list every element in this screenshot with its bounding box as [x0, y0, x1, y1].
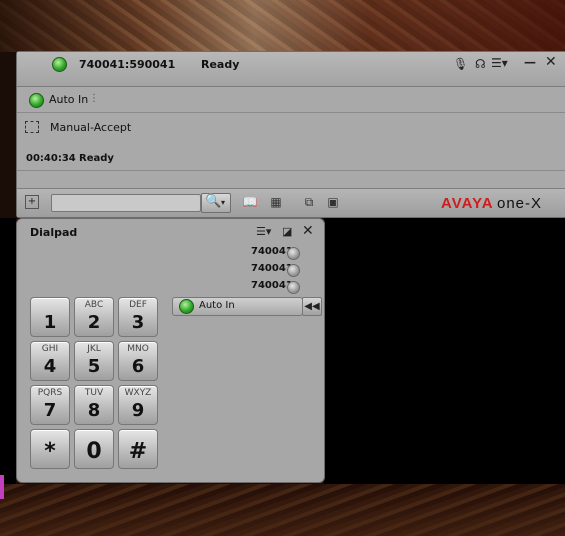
menu-icon[interactable]: ☰▾ [491, 56, 508, 70]
key-digit: 0 [86, 439, 102, 464]
line-mode-status-icon [179, 299, 194, 314]
key-3[interactable]: DEF 3 [118, 297, 158, 337]
call-timer-status: Ready [79, 153, 114, 164]
close-icon[interactable]: ✕ [545, 55, 557, 69]
key-digit: 6 [131, 356, 145, 377]
mute-microphone-icon[interactable]: 🎙 [453, 57, 468, 71]
avaya-logo: AVAYA [441, 195, 494, 212]
dialpad-grid-icon[interactable]: ▦ [267, 195, 285, 209]
windows-icon[interactable]: ⧉ [300, 195, 318, 209]
menu-icon[interactable]: ☰▾ [256, 225, 271, 239]
key-digit: # [128, 439, 148, 464]
add-contact-icon[interactable]: + [25, 195, 39, 209]
key-5[interactable]: JKL 5 [74, 341, 114, 381]
calendar-icon[interactable]: ▣ [324, 195, 342, 209]
key-0[interactable]: 0 [74, 429, 114, 469]
key-digit: * [44, 439, 56, 464]
key-letters: WXYZ [124, 388, 152, 398]
call-info-area: Manual-Accept 00:40:34 Ready [17, 113, 565, 187]
line-status-icon[interactable] [287, 264, 300, 277]
divider [17, 170, 565, 171]
key-digit: 7 [43, 400, 57, 421]
contacts-book-icon[interactable]: 📖 [241, 195, 259, 209]
key-4[interactable]: GHI 4 [30, 341, 70, 381]
dialpad-window: Dialpad ☰▾ ◪ ✕ 740041 740041 740041 Auto… [16, 218, 325, 483]
key-9[interactable]: WXYZ 9 [118, 385, 158, 425]
key-digit: 9 [131, 400, 145, 421]
agent-status-icon[interactable] [29, 93, 44, 108]
search-input[interactable] [51, 194, 201, 212]
title-bar: 740041:590041 Ready 🎙 ☊ ☰▾ — ✕ [17, 52, 565, 87]
desktop-background-bottom [0, 484, 565, 536]
key-digit: 5 [87, 356, 101, 377]
key-8[interactable]: TUV 8 [74, 385, 114, 425]
main-window: 740041:590041 Ready 🎙 ☊ ☰▾ — ✕ Auto In ⋮… [16, 51, 565, 218]
extension-label: 740041:590041 [79, 58, 176, 71]
desktop-background-top [0, 0, 565, 52]
search-button[interactable]: 🔍 ▾ [201, 193, 231, 213]
line-status-icon[interactable] [287, 247, 300, 260]
key-letters: JKL [87, 344, 101, 354]
undock-icon[interactable]: ◪ [282, 225, 292, 239]
key-digit: 8 [87, 400, 101, 421]
key-star[interactable]: * [30, 429, 70, 469]
dialpad-title: Dialpad [30, 226, 78, 239]
headset-icon[interactable]: ☊ [475, 57, 486, 71]
onex-logo: one-X [497, 195, 543, 212]
accept-mode-icon[interactable] [25, 121, 39, 133]
add-call-icon[interactable] [52, 57, 67, 72]
key-letters: GHI [41, 344, 59, 354]
desktop-edge-highlight [0, 475, 4, 499]
key-digit: 2 [87, 312, 101, 333]
status-label: Ready [201, 58, 240, 71]
key-2[interactable]: ABC 2 [74, 297, 114, 337]
rewind-button[interactable]: ◀◀ [302, 297, 322, 316]
key-letters: ABC [84, 300, 104, 310]
desktop-background-right [324, 218, 565, 493]
key-digit: 4 [43, 356, 57, 377]
call-timer: 00:40:34 [26, 153, 76, 164]
chevron-down-icon: ▾ [221, 198, 226, 207]
key-digit: 3 [131, 312, 145, 333]
agent-mode-label[interactable]: Auto In [49, 93, 88, 106]
close-icon[interactable]: ✕ [302, 224, 314, 238]
line-mode-label: Auto In [199, 300, 235, 311]
key-7[interactable]: PQRS 7 [30, 385, 70, 425]
key-letters: DEF [129, 300, 147, 310]
minimize-icon[interactable]: — [524, 55, 536, 69]
desktop-background-left [0, 218, 16, 484]
key-letters: TUV [84, 388, 104, 398]
separator-icon: ⋮ [89, 93, 99, 104]
key-letters: MNO [127, 344, 149, 354]
key-hash[interactable]: # [118, 429, 158, 469]
accept-mode-label: Manual-Accept [50, 121, 132, 134]
key-6[interactable]: MNO 6 [118, 341, 158, 381]
key-digit: 1 [43, 312, 57, 333]
line-mode-bar[interactable]: Auto In [172, 297, 303, 316]
key-letters: PQRS [37, 388, 63, 398]
line-status-icon[interactable] [287, 281, 300, 294]
key-1[interactable]: 1 [30, 297, 70, 337]
search-icon: 🔍 [205, 194, 222, 209]
toolbar: + 🔍 ▾ 📖 ▦ ⧉ ▣ AVAYA one-X [17, 188, 565, 217]
agent-mode-row: Auto In ⋮ [17, 87, 565, 113]
